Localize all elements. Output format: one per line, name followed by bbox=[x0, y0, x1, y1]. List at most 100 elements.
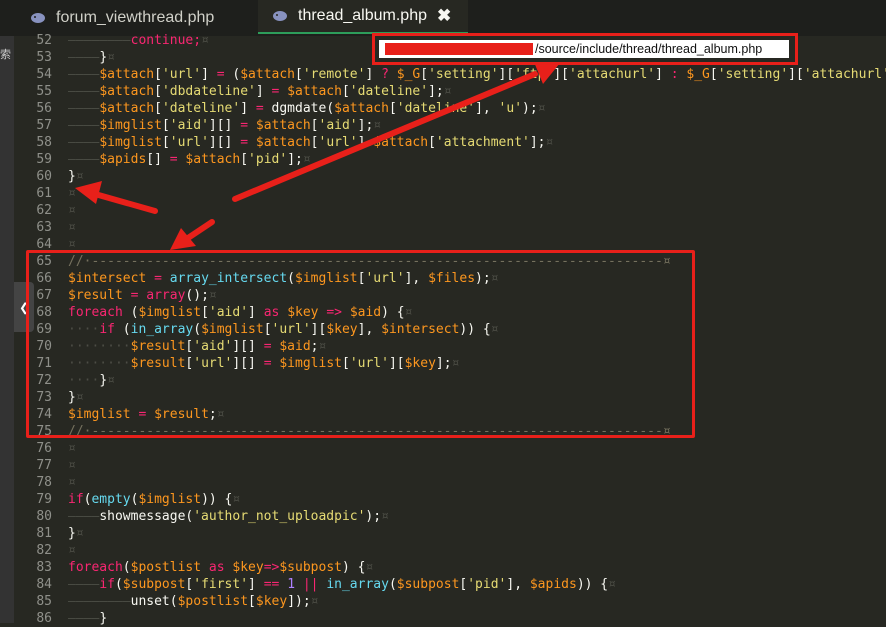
code-token: = bbox=[255, 101, 264, 116]
code-token: ]; bbox=[287, 152, 303, 167]
code-line[interactable]: 61 ¤ bbox=[14, 185, 886, 202]
code-token: } bbox=[99, 611, 108, 626]
code-token: [ bbox=[154, 101, 162, 116]
code-token: $attach bbox=[373, 135, 429, 150]
line-number: 82 bbox=[36, 543, 52, 558]
code-token: ———— bbox=[68, 577, 100, 592]
code-token: 'url' bbox=[161, 67, 202, 82]
code-token: 'aid' bbox=[318, 118, 358, 133]
code-token: ———————— bbox=[68, 594, 131, 609]
code-text: ————showmessage('author_not_uploadpic');… bbox=[68, 508, 389, 525]
code-token: ] bbox=[255, 84, 272, 99]
code-token: ], bbox=[506, 577, 530, 592]
code-token: = bbox=[216, 67, 225, 82]
code-text: ————$apids[] = $attach['pid'];¤ bbox=[68, 151, 311, 168]
code-token: ———— bbox=[68, 509, 100, 524]
code-line[interactable]: 77 ¤ bbox=[14, 457, 886, 474]
code-line[interactable]: 78 ¤ bbox=[14, 474, 886, 491]
code-line[interactable]: 59 ————$apids[] = $attach['pid'];¤ bbox=[14, 151, 886, 168]
code-token: 'url' bbox=[318, 135, 358, 150]
tab-forum-viewthread[interactable]: forum_viewthread.php bbox=[30, 0, 258, 36]
code-line[interactable]: 55 ————$attach['dbdateline'] = $attach['d… bbox=[14, 83, 886, 100]
code-line[interactable]: 57 ————$imglist['aid'][] = $attach['aid']… bbox=[14, 117, 886, 134]
line-number: 57 bbox=[36, 118, 52, 133]
code-token: ¤ bbox=[68, 458, 76, 473]
code-token: ( bbox=[169, 594, 178, 609]
code-line[interactable]: 83 foreach($postlist as $key=>$subpost) {… bbox=[14, 559, 886, 576]
code-token: ( bbox=[114, 577, 123, 592]
code-token: ¤ bbox=[373, 118, 382, 133]
code-line[interactable]: 81}¤ bbox=[14, 525, 886, 542]
code-text: ————if($subpost['first'] == 1 || in_arra… bbox=[68, 576, 616, 593]
code-line[interactable]: 58 ————$imglist['url'][] = $attach['url']… bbox=[14, 134, 886, 151]
code-token: 1 bbox=[287, 577, 296, 592]
code-token: ][ bbox=[498, 67, 515, 82]
code-token: $attach bbox=[334, 101, 389, 116]
code-token: ¤ bbox=[365, 560, 374, 575]
code-token: $imglist bbox=[99, 118, 162, 133]
code-token: ( bbox=[224, 67, 241, 82]
code-line[interactable]: 63 ¤ bbox=[14, 219, 886, 236]
code-token: 'u' bbox=[498, 101, 523, 116]
code-token: ¤ bbox=[381, 509, 389, 524]
line-number: 81 bbox=[36, 526, 52, 541]
code-token: ¤ bbox=[75, 169, 84, 184]
code-token: ? bbox=[381, 67, 389, 82]
code-line[interactable]: 84 ————if($subpost['first'] == 1 || in_ar… bbox=[14, 576, 886, 593]
code-line[interactable]: 54 ————$attach['url'] = ($attach['remote'… bbox=[14, 66, 886, 83]
code-token: ¤ bbox=[302, 152, 311, 167]
code-token: || bbox=[302, 577, 319, 592]
code-token: ); bbox=[365, 509, 382, 524]
code-token: ] bbox=[365, 67, 382, 82]
tab-thread-album[interactable]: thread_album.php ✖ bbox=[258, 0, 468, 34]
line-number: 58 bbox=[36, 135, 52, 150]
code-token: [ bbox=[428, 135, 436, 150]
code-token: $attach bbox=[99, 101, 155, 116]
code-line[interactable]: 56 ————$attach['dateline'] = dgmdate($att… bbox=[14, 100, 886, 117]
code-line[interactable]: 80 ————showmessage('author_not_uploadpic'… bbox=[14, 508, 886, 525]
code-token: $attach bbox=[255, 135, 311, 150]
code-token: ][] bbox=[208, 118, 241, 133]
code-line[interactable]: 79 if(empty($imglist)) {¤ bbox=[14, 491, 886, 508]
code-text: ¤ bbox=[68, 202, 76, 219]
code-text: ¤ bbox=[68, 457, 76, 474]
close-icon[interactable]: ✖ bbox=[437, 6, 451, 26]
code-token: ]. bbox=[357, 135, 374, 150]
code-token: $attach bbox=[287, 84, 342, 99]
code-text: }¤ bbox=[68, 168, 84, 185]
line-number: 62 bbox=[36, 203, 52, 218]
code-line[interactable]: 82 ¤ bbox=[14, 542, 886, 559]
code-token: continue; bbox=[130, 33, 202, 48]
code-line[interactable]: 60}¤ bbox=[14, 168, 886, 185]
code-line[interactable]: 85 ————————unset($postlist[$key]);¤ bbox=[14, 593, 886, 610]
php-elephant-icon bbox=[273, 11, 287, 21]
code-token: [ bbox=[161, 118, 170, 133]
code-token: $attach bbox=[99, 67, 155, 82]
line-number: 83 bbox=[36, 560, 52, 575]
code-token: ], bbox=[475, 101, 499, 116]
code-token: = bbox=[169, 152, 178, 167]
tab-label: forum_viewthread.php bbox=[56, 9, 215, 26]
line-number: 55 bbox=[36, 84, 52, 99]
code-token: )) { bbox=[201, 492, 233, 507]
code-token: ———— bbox=[68, 84, 100, 99]
code-line[interactable]: 76 ¤ bbox=[14, 440, 886, 457]
code-line[interactable]: 62 ¤ bbox=[14, 202, 886, 219]
code-token: ( bbox=[388, 577, 397, 592]
code-token: ———— bbox=[68, 101, 100, 116]
code-token: = bbox=[240, 135, 249, 150]
code-token: ]; bbox=[529, 135, 546, 150]
code-token: ¤ bbox=[68, 475, 76, 490]
code-token: $subpost bbox=[396, 577, 460, 592]
code-text: ————}¤ bbox=[68, 49, 115, 66]
code-text: ————————continue;¤ bbox=[68, 32, 209, 49]
code-line[interactable]: 86 ————} bbox=[14, 610, 886, 627]
highlight-box bbox=[26, 250, 695, 438]
code-text: ¤ bbox=[68, 185, 76, 202]
line-number: 54 bbox=[36, 67, 52, 82]
code-token: ) { bbox=[341, 560, 366, 575]
code-token: ¤ bbox=[201, 33, 209, 48]
line-number: 77 bbox=[36, 458, 52, 473]
